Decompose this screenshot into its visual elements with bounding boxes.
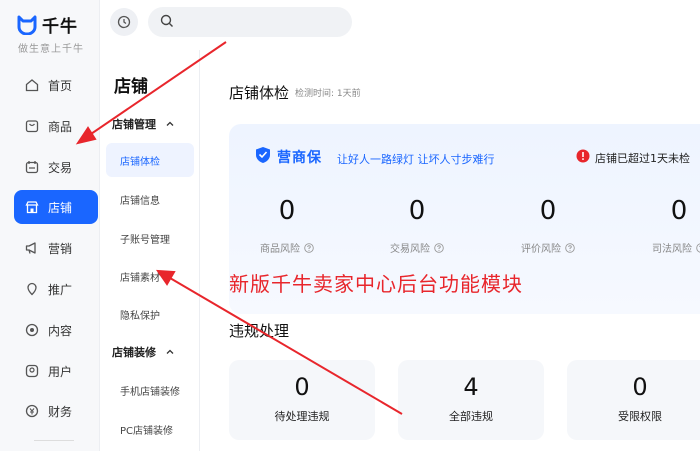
history-button[interactable] (110, 8, 138, 36)
violation-label: 全部违规 (449, 410, 493, 423)
violation-value: 0 (632, 373, 648, 401)
sub-item-privacy[interactable]: 隐私保护 (106, 297, 194, 331)
help-icon[interactable] (434, 242, 444, 253)
violations-title: 违规处理 (229, 322, 290, 340)
check-time: 检测时间: 1天前 (295, 89, 361, 99)
nav-item-promote[interactable]: 推广 (14, 272, 98, 306)
violation-label: 受限权限 (618, 410, 662, 423)
warning-icon (576, 149, 590, 163)
clock-icon (117, 15, 131, 29)
sub-item-label: 手机店铺装修 (120, 386, 180, 398)
logo-name: 千牛 (42, 17, 78, 37)
finance-icon (24, 403, 40, 419)
sub-item-label: 店铺信息 (120, 195, 160, 207)
yingshangbao-brand: 营商保 (277, 150, 322, 166)
nav-item-label: 首页 (48, 78, 73, 93)
sub-item-label: 隐私保护 (120, 310, 160, 322)
warning-text: 店铺已超过1天未检 (595, 152, 690, 165)
sub-item-label: 店铺体检 (120, 156, 160, 168)
top-bar (100, 0, 700, 50)
nav-item-label: 财务 (48, 404, 73, 419)
megaphone-icon (24, 240, 40, 256)
nav-item-label: 交易 (48, 160, 73, 175)
sub-item-store-check[interactable]: 店铺体检 (106, 143, 194, 177)
sub-item-mobile-decor[interactable]: 手机店铺装修 (106, 373, 194, 407)
nav-item-finance[interactable]: 财务 (14, 394, 98, 428)
sub-nav: 店铺 店铺管理 店铺体检 店铺信息 子账号管理 店铺素材 隐私保护 店铺装修 手… (100, 50, 200, 451)
risk-value: 0 (278, 196, 296, 226)
brand-slogan: 让好人一路绿灯 让坏人寸步难行 (337, 153, 495, 166)
nav-item-label: 用户 (48, 364, 73, 379)
sub-item-label: PC店铺装修 (120, 425, 174, 437)
risk-label: 交易风险 (390, 244, 430, 255)
nav-divider (34, 440, 74, 441)
home-icon (24, 77, 40, 93)
sub-item-store-assets[interactable]: 店铺素材 (106, 259, 194, 293)
nav-item-label: 店铺 (48, 200, 73, 215)
group-label: 店铺管理 (112, 118, 156, 131)
risk-value: 0 (408, 196, 426, 226)
main-content: 店铺体检 检测时间: 1天前 营商保 让好人一路绿灯 让坏人寸步难行 店铺已超过… (201, 50, 700, 451)
promote-icon (24, 281, 40, 297)
nav-item-marketing[interactable]: 营销 (14, 231, 98, 265)
chevron-up-icon (166, 349, 174, 354)
violation-value: 0 (294, 373, 310, 401)
violation-card-pending[interactable]: 0 待处理违规 (229, 360, 375, 440)
nav-item-content[interactable]: 内容 (14, 313, 98, 347)
logo-tagline: 做生意上千牛 (18, 44, 84, 55)
sub-item-pc-decor[interactable]: PC店铺装修 (106, 412, 194, 446)
risk-label: 评价风险 (521, 244, 561, 255)
nav-item-user[interactable]: 用户 (14, 354, 98, 388)
logo[interactable]: 千牛 (16, 12, 78, 37)
risk-value: 0 (670, 196, 688, 226)
sub-item-store-info[interactable]: 店铺信息 (106, 182, 194, 216)
sub-item-label: 子账号管理 (120, 234, 170, 246)
group-store-management[interactable]: 店铺管理 (112, 116, 174, 132)
violation-value: 4 (463, 373, 479, 401)
goods-icon (24, 118, 40, 134)
annotation-text: 新版千牛卖家中心后台功能模块 (229, 272, 523, 296)
risk-label: 商品风险 (260, 244, 300, 255)
group-store-decoration[interactable]: 店铺装修 (112, 344, 174, 360)
violation-card-restricted[interactable]: 0 受限权限 (567, 360, 700, 440)
nav-item-home[interactable]: 首页 (14, 68, 98, 102)
left-nav: 千牛 做生意上千牛 首页 商品 交易 店铺 营销 推广 内容 用户 财务 (0, 0, 100, 451)
store-icon (24, 199, 40, 215)
nav-item-label: 内容 (48, 323, 73, 338)
trade-icon (24, 159, 40, 175)
risk-judicial[interactable]: 0 司法风险 (619, 194, 700, 255)
nav-item-goods[interactable]: 商品 (14, 109, 98, 143)
help-icon[interactable] (565, 242, 575, 253)
user-icon (24, 363, 40, 379)
shield-icon (256, 147, 270, 163)
risk-goods[interactable]: 0 商品风险 (227, 194, 347, 255)
risk-review[interactable]: 0 评价风险 (488, 194, 608, 255)
help-icon[interactable] (696, 242, 700, 253)
logo-icon (17, 15, 37, 35)
content-icon (24, 322, 40, 338)
sub-item-subaccount[interactable]: 子账号管理 (106, 221, 194, 255)
sub-item-label: 店铺素材 (120, 272, 160, 284)
violation-label: 待处理违规 (274, 410, 330, 423)
risk-value: 0 (539, 196, 557, 226)
risk-label: 司法风险 (652, 244, 692, 255)
nav-item-label: 推广 (48, 282, 73, 297)
violation-card-all[interactable]: 4 全部违规 (398, 360, 544, 440)
help-icon[interactable] (304, 242, 314, 253)
search-input[interactable] (148, 7, 352, 37)
nav-item-label: 营销 (48, 241, 73, 256)
chevron-up-icon (166, 121, 174, 126)
subnav-title: 店铺 (114, 77, 148, 97)
nav-item-label: 商品 (48, 119, 73, 134)
nav-item-store[interactable]: 店铺 (14, 190, 98, 224)
search-icon (160, 14, 173, 27)
risk-trade[interactable]: 0 交易风险 (357, 194, 477, 255)
page-title: 店铺体检 (229, 84, 290, 102)
group-label: 店铺装修 (112, 346, 156, 359)
nav-item-trade[interactable]: 交易 (14, 150, 98, 184)
